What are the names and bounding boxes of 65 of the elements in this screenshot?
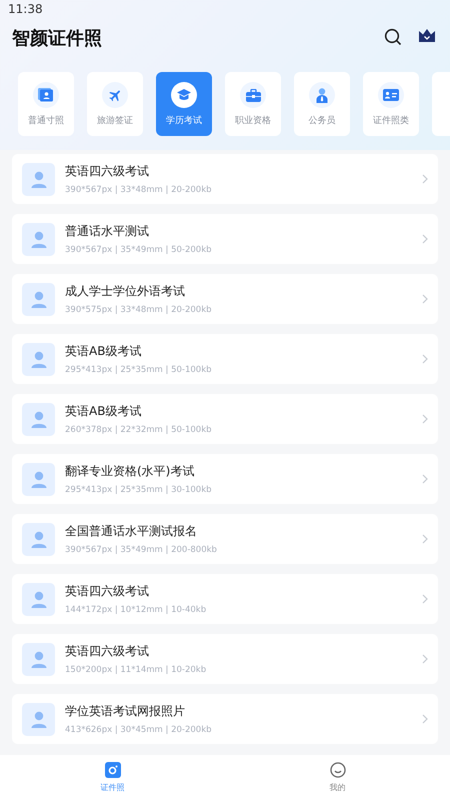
exam-list-item[interactable]: 英语AB级考试 295*413px | 25*35mm | 50-100kb: [12, 334, 438, 384]
chevron-right-icon: [422, 174, 428, 184]
photo-spec: 390*567px | 35*49mm | 200-800kb: [65, 545, 218, 555]
photo-spec: 260*378px | 22*32mm | 50-100kb: [65, 425, 213, 435]
search-icon: [384, 28, 402, 46]
exam-list-item[interactable]: 成人学士学位外语考试 390*575px | 33*48mm | 20-200kb: [12, 274, 438, 324]
exam-list-item[interactable]: 英语四六级考试 150*200px | 11*14mm | 10-20kb: [12, 634, 438, 684]
chevron-right-icon: [422, 294, 428, 304]
exam-title: 翻译专业资格(水平)考试: [65, 463, 196, 480]
exam-list-item[interactable]: 英语四六级考试 390*567px | 33*48mm | 20-200kb: [12, 154, 438, 204]
search-button[interactable]: [384, 28, 404, 48]
exam-title: 学位英语考试网报照片: [65, 703, 186, 720]
exam-list-item[interactable]: 英语AB级考试 260*378px | 22*32mm | 50-100kb: [12, 394, 438, 444]
person-silhouette-icon: [30, 230, 48, 248]
person-silhouette-icon: [30, 470, 48, 488]
exam-list-item[interactable]: 翻译专业资格(水平)考试 295*413px | 25*35mm | 30-100kb: [12, 454, 438, 504]
exam-list-item[interactable]: 英语四六级考试 144*172px | 10*12mm | 10-40kb: [12, 574, 438, 624]
chevron-right-icon: [422, 414, 428, 424]
person-silhouette-icon: [30, 290, 48, 308]
exam-title: 成人学士学位外语考试: [65, 283, 186, 300]
exam-list-item[interactable]: 全国普通话水平测试报名 390*567px | 35*49mm | 200-800kb: [12, 514, 438, 564]
tab-bar-item[interactable]: 我的: [225, 755, 450, 800]
person-silhouette-icon: [30, 350, 48, 368]
chevron-right-icon: [422, 234, 428, 244]
exam-title: 英语四六级考试: [65, 163, 150, 180]
chevron-right-icon: [422, 354, 428, 364]
photo-spec: 390*567px | 33*48mm | 20-200kb: [65, 185, 213, 195]
crown-icon: [418, 28, 436, 44]
person-silhouette-icon: [30, 530, 48, 548]
category-tile[interactable]: 学历考试: [156, 72, 212, 136]
person-silhouette-icon: [30, 410, 48, 428]
photo-spec: 144*172px | 10*12mm | 10-40kb: [65, 605, 208, 615]
person-silhouette-icon: [30, 710, 48, 728]
chevron-right-icon: [422, 534, 428, 544]
camera-icon: [104, 762, 120, 778]
photo-spec: 390*575px | 33*48mm | 20-200kb: [65, 305, 213, 315]
person-silhouette-icon: [30, 650, 48, 668]
exam-title: 全国普通话水平测试报名: [65, 523, 198, 540]
portrait-card-icon: [38, 88, 54, 102]
exam-title: 英语AB级考试: [65, 403, 142, 420]
exam-title: 英语四六级考试: [65, 583, 150, 600]
photo-spec: 295*413px | 25*35mm | 30-100kb: [65, 485, 213, 495]
exam-title: 普通话水平测试: [65, 223, 150, 240]
app-title: 智颜证件照: [12, 27, 103, 50]
person-with-tie-icon: [316, 88, 328, 102]
photo-spec: 295*413px | 25*35mm | 50-100kb: [65, 365, 213, 375]
exam-list-item[interactable]: 学位英语考试网报照片 413*626px | 30*45mm | 20-200kb: [12, 694, 438, 744]
exam-list-item[interactable]: 普通话水平测试 390*567px | 35*49mm | 50-200kb: [12, 214, 438, 264]
photo-spec: 390*567px | 35*49mm | 50-200kb: [65, 245, 213, 255]
airplane-icon: [108, 88, 122, 102]
exam-title: 英语AB级考试: [65, 343, 142, 360]
smiley-icon: [330, 762, 346, 778]
photo-spec: 413*626px | 30*45mm | 20-200kb: [65, 725, 213, 735]
person-silhouette-icon: [30, 590, 48, 608]
chevron-right-icon: [422, 594, 428, 604]
chevron-right-icon: [422, 714, 428, 724]
briefcase-icon: [246, 88, 260, 102]
exam-title: 英语四六级考试: [65, 643, 150, 660]
chevron-right-icon: [422, 654, 428, 664]
id-card-icon: [383, 88, 399, 102]
status-time: 11:38: [8, 2, 43, 16]
chevron-right-icon: [422, 474, 428, 484]
photo-spec: 150*200px | 11*14mm | 10-20kb: [65, 665, 208, 675]
person-silhouette-icon: [30, 170, 48, 188]
graduation-cap-icon: [176, 88, 192, 102]
